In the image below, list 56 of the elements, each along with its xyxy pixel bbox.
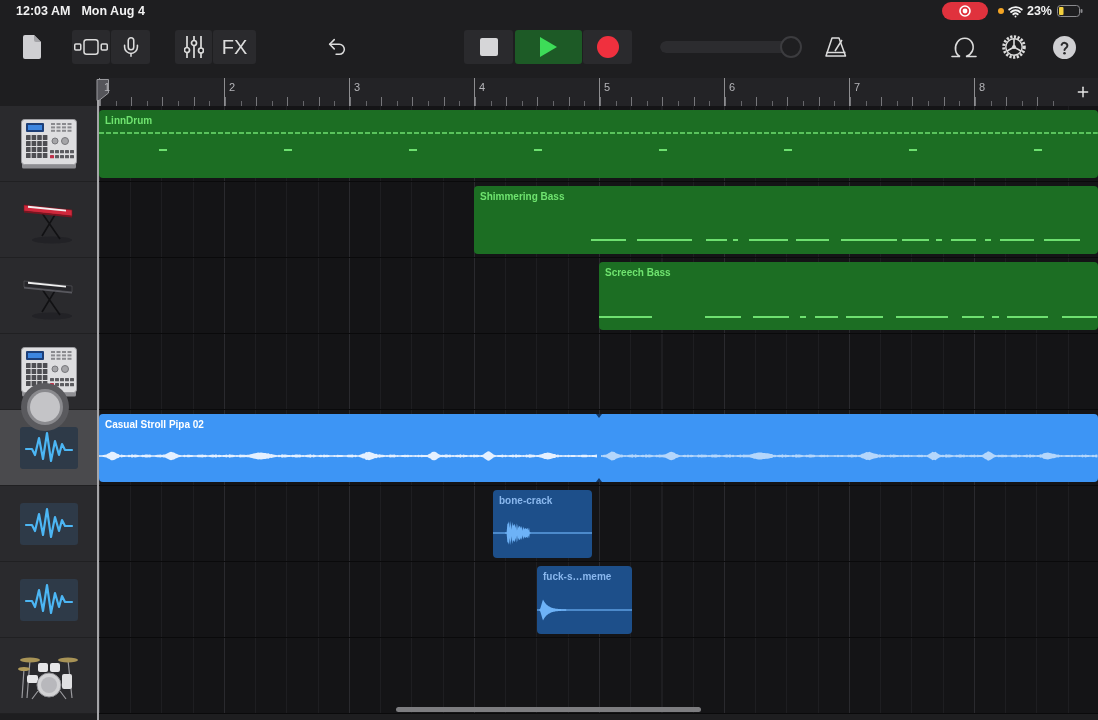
record-icon [596,36,619,58]
microphone-button[interactable] [111,30,150,64]
waveform-icon [19,426,78,469]
audio-region[interactable]: bone-crack [493,490,592,558]
bar-number: 1 [104,81,111,94]
play-icon [540,37,557,57]
midi-region[interactable]: Screech Bass [599,262,1098,330]
audio-region[interactable]: Casual Stroll Pipa 02 [99,414,1098,482]
region-name: fuck-s…meme [543,571,612,583]
loop-icon [951,36,977,58]
play-button[interactable] [515,30,582,64]
status-date: Mon Aug 4 [81,3,145,19]
settings-icon [1002,35,1026,59]
region-name: Screech Bass [605,267,671,279]
drum-machine-icon [20,118,77,169]
privacy-dot-icon [997,8,1004,14]
bar-number: 2 [229,81,236,94]
loop-marker-icon [596,414,602,482]
bar-number: 5 [604,81,611,94]
midi-region[interactable]: Shimmering Bass [474,186,1098,254]
document-icon [23,35,41,59]
sliders-icon [183,35,204,59]
bar-number: 8 [979,81,986,94]
region-name: LinnDrum [105,115,153,127]
fx-button[interactable]: FX [213,30,256,64]
plus-icon [1075,84,1091,100]
region-name: Casual Stroll Pipa 02 [105,419,204,431]
bar-number: 6 [729,81,736,94]
bar-number: 7 [854,81,861,94]
assistive-touch-menu[interactable] [21,383,69,431]
timeline-ruler[interactable]: 1 2 3 4 5 6 7 8 [99,78,1098,106]
battery-percent: 23% [1026,3,1052,19]
wifi-icon [1007,3,1023,19]
mixer-button[interactable] [175,30,212,64]
bar-number: 4 [479,81,486,94]
region-name: Shimmering Bass [480,191,565,203]
screen-recording-icon [941,2,988,20]
midi-region[interactable]: LinnDrum [99,110,1098,178]
view-button[interactable] [72,30,110,64]
record-button[interactable] [583,30,632,64]
help-icon [1052,35,1076,59]
status-time: 12:03 AM [16,3,71,19]
stop-icon [479,38,498,56]
drum-machine-icon [20,346,77,397]
waveform-icon [19,578,78,621]
squares-icon [74,39,108,55]
undo-icon [326,36,348,58]
volume-slider[interactable] [660,36,802,58]
region-name: bone-crack [499,495,553,507]
battery-icon [1057,5,1083,17]
waveform-icon [19,502,78,545]
metronome-icon [825,37,847,57]
stop-button[interactable] [464,30,513,64]
volume-thumb[interactable] [779,36,802,58]
bar-number: 3 [354,81,361,94]
audio-region[interactable]: fuck-s…meme [537,566,632,634]
